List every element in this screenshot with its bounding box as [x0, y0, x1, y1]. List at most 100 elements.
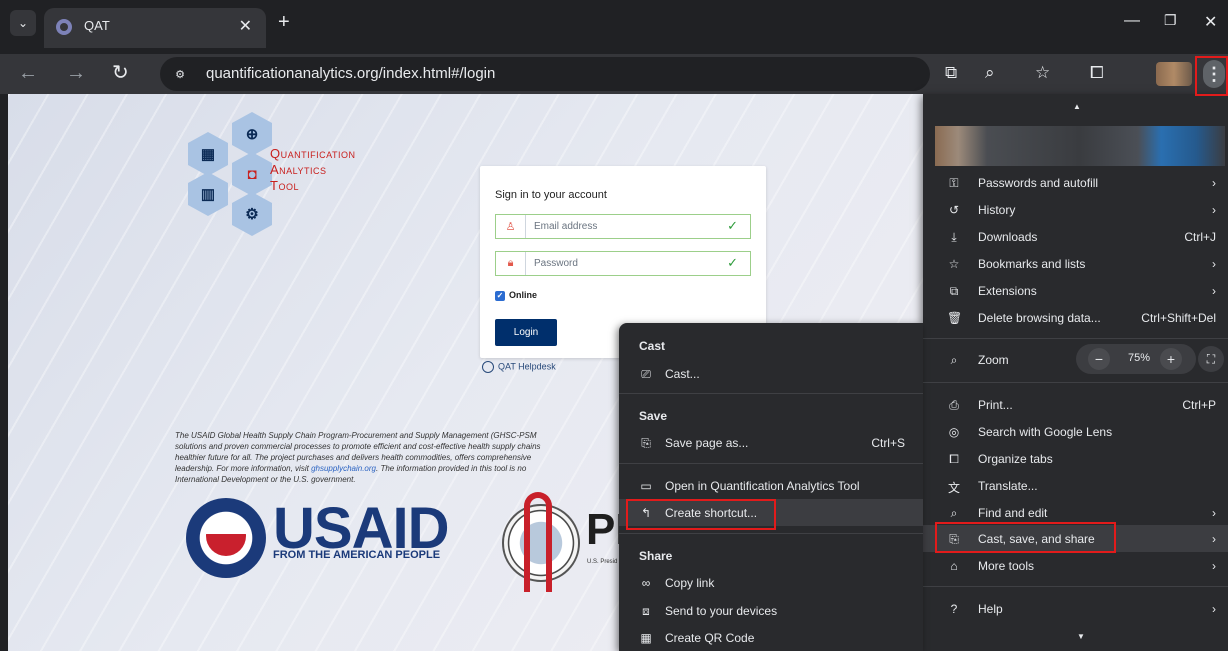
save-header: Save — [639, 409, 668, 423]
check-icon: ✓ — [727, 218, 738, 233]
help-icon: ? — [950, 602, 958, 616]
menu-divider — [923, 338, 1228, 339]
submenu-item-send-devices[interactable]: ⧈ Send to your devices — [619, 597, 923, 624]
tab-qat[interactable]: QAT ✕ — [44, 8, 266, 48]
site-info-icon[interactable]: ⚙ — [168, 63, 192, 85]
new-tab-button[interactable]: + — [278, 12, 290, 32]
menu-item-organize-tabs[interactable]: ⧠ Organize tabs — [923, 445, 1228, 472]
submenu-label: Create QR Code — [665, 631, 755, 645]
menu-shortcut: Ctrl+J — [1184, 230, 1216, 244]
helpdesk-icon — [482, 361, 494, 373]
bookmark-star-icon[interactable]: ☆ — [1035, 63, 1050, 83]
menu-item-google-lens[interactable]: ◎ Search with Google Lens — [923, 418, 1228, 445]
pepfar-tagline: U.S. Presid — [587, 559, 618, 565]
email-field[interactable]: ♙ Email address ✓ — [495, 214, 751, 239]
zoom-icon[interactable]: ⌕ — [985, 63, 995, 83]
menu-label: Find and edit — [978, 506, 1048, 520]
profile-avatar[interactable] — [1156, 62, 1192, 86]
lock-icon: 🔒︎ — [496, 252, 526, 275]
disclaimer-text-part: . The information provided in this tool … — [376, 464, 527, 473]
usaid-tagline: FROM THE AMERICAN PEOPLE — [273, 549, 441, 561]
tools-icon: ⌂ — [950, 559, 958, 573]
submenu-arrow-icon: › — [1212, 257, 1216, 271]
zoom-in-button[interactable]: + — [1160, 348, 1182, 370]
close-tab-icon[interactable]: ✕ — [239, 16, 252, 36]
download-icon: ⤓ — [951, 230, 957, 244]
submenu-divider — [619, 533, 923, 534]
reload-icon[interactable]: ↻ — [112, 62, 129, 84]
menu-label: Delete browsing data... — [978, 311, 1101, 325]
menu-label: Bookmarks and lists — [978, 257, 1086, 271]
submenu-shortcut: Ctrl+S — [871, 436, 905, 450]
ghsupplychain-link[interactable]: ghsupplychain.org — [311, 464, 376, 473]
zoom-out-button[interactable]: − — [1088, 348, 1110, 370]
open-in-app-icon[interactable]: ⧉ — [945, 63, 957, 83]
submenu-arrow-icon: › — [1212, 532, 1216, 546]
menu-item-history[interactable]: ↺ History › — [923, 196, 1228, 223]
checkbox-checked-icon[interactable]: ✓ — [495, 290, 505, 301]
back-icon[interactable]: ← — [18, 62, 38, 84]
menu-item-print[interactable]: ⎙ Print... Ctrl+P — [923, 391, 1228, 418]
extensions-icon[interactable]: ⧠ — [1090, 63, 1104, 83]
devices-icon: ⧈ — [642, 604, 650, 618]
menu-item-more-tools[interactable]: ⌂ More tools › — [923, 552, 1228, 579]
submenu-label: Save page as... — [665, 436, 749, 450]
fullscreen-icon[interactable]: ⛶ — [1198, 346, 1224, 372]
qr-code-icon: ▦ — [640, 631, 652, 645]
online-checkbox[interactable]: ✓ Online — [495, 290, 537, 301]
menu-item-delete-data[interactable]: 🗑 Delete browsing data... Ctrl+Shift+Del — [923, 304, 1228, 331]
menu-label: Translate... — [978, 479, 1038, 493]
password-field[interactable]: 🔒︎ Password ✓ — [495, 251, 751, 276]
menu-label: More tools — [978, 559, 1035, 573]
menu-item-translate[interactable]: 文 Translate... — [923, 472, 1228, 499]
menu-item-extensions[interactable]: ⧉ Extensions › — [923, 277, 1228, 304]
disclaimer-line: healthier future for all. The project pu… — [175, 453, 532, 462]
qat-brand-name: Quantification Analytics Tool — [270, 146, 355, 194]
menu-label: History — [978, 203, 1016, 217]
submenu-arrow-icon: › — [1212, 176, 1216, 190]
disclaimer-line: solutions and proven commercial processe… — [175, 442, 541, 451]
brand-line-1: Quantification — [270, 146, 356, 161]
submenu-item-copy-link[interactable]: ∞ Copy link — [619, 569, 923, 596]
zoom-control: − 75% + — [1076, 344, 1196, 374]
qat-favicon-icon — [56, 19, 72, 35]
chrome-menu: ▲ ⚿ Passwords and autofill › ↺ History ›… — [923, 94, 1228, 651]
submenu-arrow-icon: › — [1212, 284, 1216, 298]
menu-item-downloads[interactable]: ⤓ Downloads Ctrl+J — [923, 223, 1228, 250]
menu-item-passwords[interactable]: ⚿ Passwords and autofill › — [923, 169, 1228, 196]
menu-item-bookmarks[interactable]: ☆ Bookmarks and lists › — [923, 250, 1228, 277]
cast-icon: ⎚ — [641, 367, 651, 381]
helpdesk-link[interactable]: QAT Helpdesk — [482, 361, 556, 373]
cast-save-share-submenu: Cast ⎚ Cast... Save ⎘ Save page as... Ct… — [619, 323, 923, 651]
submenu-item-open-in-app[interactable]: ▭ Open in Quantification Analytics Tool — [619, 472, 923, 499]
zoom-value: 75% — [1128, 352, 1151, 364]
helpdesk-label: QAT Helpdesk — [498, 361, 556, 372]
find-icon: ⌕ — [950, 506, 958, 520]
menu-divider — [923, 382, 1228, 383]
monitor-icon: ▭ — [640, 479, 652, 493]
profile-row[interactable] — [935, 126, 1225, 166]
tab-search-button[interactable]: ⌄ — [10, 10, 36, 36]
address-bar[interactable]: ⚙ quantificationanalytics.org/index.html… — [160, 57, 930, 91]
trash-icon: 🗑 — [947, 311, 963, 325]
restore-icon[interactable]: ❐ — [1164, 12, 1177, 29]
cast-header: Cast — [639, 339, 666, 353]
print-icon: ⎙ — [949, 398, 959, 412]
menu-item-help[interactable]: ? Help › — [923, 595, 1228, 622]
scroll-up-icon[interactable]: ▲ — [1073, 102, 1081, 111]
menu-label: Help — [978, 602, 1003, 616]
link-icon: ∞ — [641, 576, 651, 590]
highlight-box-create-shortcut — [626, 499, 776, 530]
submenu-divider — [619, 393, 923, 394]
minimize-icon[interactable]: — — [1124, 12, 1140, 30]
forward-icon[interactable]: → — [66, 62, 86, 84]
close-window-icon[interactable]: ✕ — [1204, 12, 1217, 32]
tab-strip: ⌄ QAT ✕ + — ❐ ✕ — [0, 0, 1228, 54]
url-text[interactable]: quantificationanalytics.org/index.html#/… — [206, 65, 495, 82]
login-button[interactable]: Login — [495, 319, 557, 346]
submenu-item-save-page[interactable]: ⎘ Save page as... Ctrl+S — [619, 429, 923, 456]
submenu-item-cast[interactable]: ⎚ Cast... — [619, 360, 923, 387]
menu-label: Print... — [978, 398, 1013, 412]
scroll-down-icon[interactable]: ▼ — [1077, 632, 1085, 641]
submenu-item-qr-code[interactable]: ▦ Create QR Code — [619, 624, 923, 651]
